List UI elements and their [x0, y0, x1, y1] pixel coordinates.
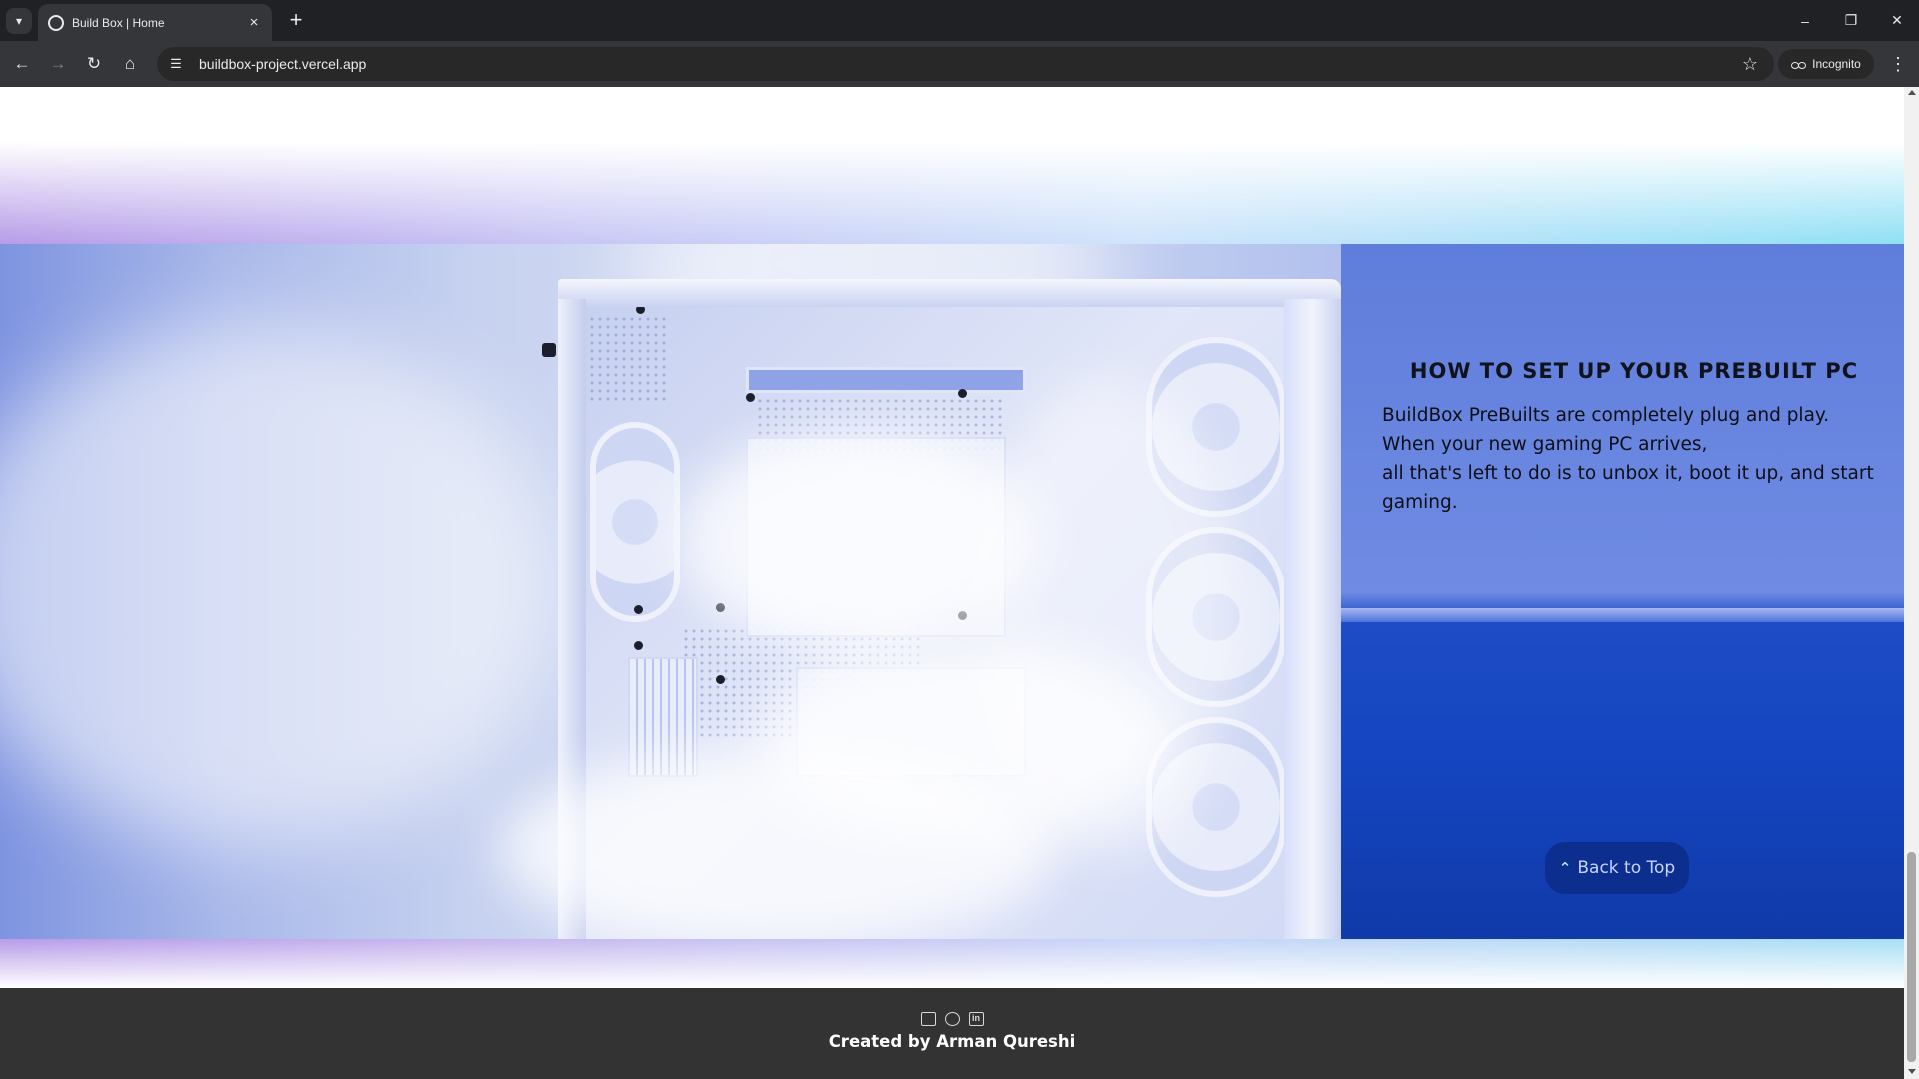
- minimize-icon[interactable]: –: [1782, 0, 1828, 41]
- paragraph-line: When your new gaming PC arrives,: [1382, 434, 1708, 455]
- screw: [716, 675, 725, 684]
- case-right-frame: [1284, 299, 1341, 939]
- globe-icon: [48, 14, 64, 31]
- star-icon[interactable]: ☆: [1734, 54, 1766, 75]
- cloud-decoration: [0, 324, 560, 844]
- scroll-up-arrow-icon[interactable]: [1908, 90, 1916, 95]
- scroll-thumb[interactable]: [1907, 852, 1916, 1062]
- paragraph-line: all that's left to do is to unbox it, bo…: [1382, 463, 1874, 513]
- section-title: HOW TO SET UP YOUR PREBUILT PC: [1409, 359, 1859, 383]
- page-viewport: HOW TO SET UP YOUR PREBUILT PC BuildBox …: [0, 87, 1904, 1079]
- smoke-effect: [498, 749, 1058, 939]
- reload-icon[interactable]: ↻: [80, 50, 108, 78]
- vertical-scrollbar[interactable]: [1904, 87, 1919, 1079]
- incognito-icon: [1791, 59, 1807, 69]
- browser-tab[interactable]: Build Box | Home ×: [38, 4, 272, 41]
- arrow-right-icon[interactable]: →: [44, 50, 72, 78]
- arrow-left-icon[interactable]: ←: [8, 50, 36, 78]
- github-icon[interactable]: [944, 1012, 960, 1026]
- close-icon[interactable]: ×: [244, 14, 264, 31]
- mail-icon[interactable]: [920, 1012, 936, 1026]
- browser-toolbar: ← → ↻ ⌂ ☰ buildbox-project.vercel.app ☆ …: [0, 41, 1919, 87]
- kebab-menu-icon[interactable]: ⋮: [1884, 50, 1912, 78]
- chevron-down-icon[interactable]: ▾: [6, 8, 32, 34]
- incognito-label: Incognito: [1812, 57, 1861, 71]
- plus-icon[interactable]: +: [282, 7, 310, 35]
- social-links: in: [0, 1012, 1904, 1026]
- restore-icon[interactable]: ❐: [1828, 0, 1874, 41]
- browser-tab-bar: ▾ Build Box | Home × + – ❐ ✕: [0, 0, 1919, 41]
- linkedin-icon[interactable]: in: [968, 1012, 984, 1026]
- screw: [634, 641, 643, 650]
- shelf-background: [1341, 244, 1904, 939]
- setup-info: HOW TO SET UP YOUR PREBUILT PC BuildBox …: [1340, 359, 1904, 517]
- scroll-down-arrow-icon[interactable]: [1908, 1069, 1916, 1074]
- mesh-panel: [588, 315, 668, 405]
- url-text[interactable]: buildbox-project.vercel.app: [199, 56, 1734, 72]
- home-icon[interactable]: ⌂: [116, 50, 144, 78]
- gradient-band-top: [0, 87, 1904, 244]
- back-to-top-button[interactable]: ⌃ Back to Top: [1545, 842, 1689, 894]
- pc-case-image: [498, 279, 1341, 939]
- chevron-up-icon: ⌃: [1558, 859, 1572, 877]
- back-to-top-label: Back to Top: [1577, 858, 1676, 878]
- setup-section: HOW TO SET UP YOUR PREBUILT PC BuildBox …: [0, 244, 1904, 939]
- tab-title: Build Box | Home: [72, 15, 165, 30]
- case-top-frame: [558, 279, 1341, 307]
- paragraph-line: BuildBox PreBuilts are completely plug a…: [1382, 405, 1830, 426]
- gpu-bracket: [746, 367, 1026, 393]
- power-button: [542, 343, 556, 357]
- screw: [634, 605, 643, 614]
- incognito-indicator[interactable]: Incognito: [1778, 49, 1874, 79]
- screw: [958, 389, 967, 398]
- section-paragraph: BuildBox PreBuilts are completely plug a…: [1382, 401, 1882, 517]
- window-close-icon[interactable]: ✕: [1874, 0, 1919, 41]
- case-fan: [590, 422, 680, 622]
- screw: [746, 393, 755, 402]
- footer-credit: Created by Arman Qureshi: [828, 1032, 1076, 1051]
- smoke-effect: [978, 379, 1238, 859]
- address-bar[interactable]: ☰ buildbox-project.vercel.app ☆: [157, 47, 1774, 81]
- shelf-edge: [1341, 608, 1904, 622]
- tune-icon[interactable]: ☰: [159, 47, 193, 81]
- gradient-band-bottom: [0, 939, 1904, 988]
- site-footer: in Created by Arman Qureshi: [0, 988, 1904, 1079]
